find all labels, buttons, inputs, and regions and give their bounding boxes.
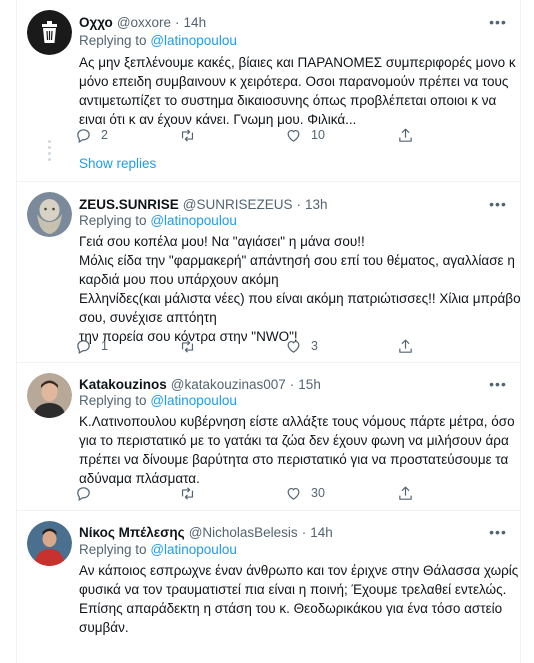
replying-to-link[interactable]: @latinopoulou [150,393,237,408]
author-handle[interactable]: @katakouzinas007 [171,377,286,392]
like-count: 10 [311,128,325,142]
share-button[interactable] [397,482,414,504]
thread-connector [48,140,52,164]
tweet-text-line: Αν κάποιος εσπρωχνε έναν άνθρωπο και τον… [79,563,519,578]
tweet-actions: 30 [75,482,455,504]
avatar[interactable] [27,192,72,237]
tweet[interactable]: Katakouzinos @katakouzinas007 · 15h ••• … [17,363,520,511]
replying-to-label: Replying to [79,542,147,557]
retweet-button[interactable] [179,124,205,146]
separator-dot: · [296,196,302,212]
replying-to-link[interactable]: @latinopoulou [150,213,237,228]
like-button[interactable]: 30 [285,482,325,504]
separator-dot: · [175,14,180,30]
tweet-text-line: φυσικά να τον τραυματιστεί πια είναι η π… [79,582,507,597]
user-photo-avatar-image [27,373,72,418]
tweet-text-line: Ελληνίδες(και μάλιστα νέες) που είναι ακ… [79,291,521,306]
avatar[interactable] [27,521,72,566]
replying-to-label: Replying to [79,33,147,48]
trash-bin-avatar-image [27,10,72,55]
zeus-statue-avatar-image [27,192,72,237]
retweet-icon [181,486,194,500]
replying-to-label: Replying to [79,393,147,408]
retweet-icon [181,339,194,353]
reply-button[interactable] [75,482,101,504]
avatar[interactable] [27,10,72,55]
more-icon[interactable]: ••• [488,522,508,542]
share-icon [399,486,412,500]
tweet-text-line: Γειά σου κοπέλα μου! Να "αγιάσει" η μάνα… [79,234,365,249]
separator-dot: · [301,524,307,540]
tweet-time[interactable]: 15h [298,377,321,392]
separator-dot: · [289,376,295,392]
like-icon [287,340,300,353]
author-handle[interactable]: @SUNRISEZEUS [183,197,293,212]
reply-count: 2 [101,128,108,142]
retweet-button[interactable] [179,335,205,357]
tweet-text-line: μόνο επειδη συμβαινουν κ χειρότερα. Οσοι… [79,74,509,89]
author-handle[interactable]: @oxxore [117,15,171,30]
author-name[interactable]: Katakouzinos [79,377,167,392]
reply-button[interactable]: 2 [75,124,108,146]
tweet[interactable]: Οχχο @oxxore · 14h ••• Replying to @lati… [17,0,520,182]
share-icon [399,128,412,142]
tweet-text-line: Ας μην ξεπλένουμε κακές, βίαιες και ΠΑΡΑ… [79,55,516,70]
author-name[interactable]: Νίκος Μπέλεσης [79,525,185,540]
reply-count: 1 [101,339,108,353]
author-name[interactable]: Οχχο [79,15,113,30]
author-name[interactable]: ZEUS.SUNRISE [79,197,179,212]
replying-to-link[interactable]: @latinopoulou [150,542,237,557]
reply-button[interactable]: 1 [75,335,108,357]
more-icon[interactable]: ••• [488,12,508,32]
retweet-button[interactable] [179,482,205,504]
avatar[interactable] [27,373,72,418]
tweet-text: Αν κάποιος εσπρωχνε έναν άνθρωπο και τον… [79,561,519,637]
like-icon [287,487,300,500]
replies-timeline: Οχχο @oxxore · 14h ••• Replying to @lati… [16,0,521,663]
share-icon [399,339,412,353]
author-handle[interactable]: @NicholasBelesis [189,525,298,540]
tweet-text-line: Μόλις είδα την "φαρμακερή" απάντησή σου … [79,253,515,268]
tweet-time[interactable]: 13h [305,197,328,212]
like-button[interactable]: 3 [285,335,318,357]
tweet-text-line: αντιμετωπίζετ το συστημα δικαιοσυνης όπω… [79,93,497,108]
tweet-actions: 2 10 [75,124,455,146]
replying-to-link[interactable]: @latinopoulou [150,33,237,48]
tweet-text-line: πρέπει να δίνουμε βαρύτητα στο περιστατι… [79,452,509,467]
tweet-text: Γειά σου κοπέλα μου! Να "αγιάσει" η μάνα… [79,232,521,346]
tweet-text-line: συμβάν. [79,620,129,635]
tweet-time[interactable]: 14h [184,15,207,30]
like-icon [287,129,300,142]
tweet-text: Κ.Λατινοπουλου κυβέρνηση είστε αλλάξτε τ… [79,412,515,488]
like-count: 3 [311,339,318,353]
show-replies-link[interactable]: Show replies [79,156,156,171]
tweet-text-line: Επίσης απαράδεκτη η στάση του κ. Θεοδωρι… [79,601,503,616]
reply-icon [77,339,90,354]
retweet-icon [181,128,194,142]
reply-icon [77,486,90,501]
share-button[interactable] [397,335,414,357]
tweet-text-line: για το περιστατικό με το γατάκι τα ζώα δ… [79,433,509,448]
more-icon[interactable]: ••• [488,374,508,394]
replying-to-label: Replying to [79,213,147,228]
like-button[interactable]: 10 [285,124,325,146]
tweet[interactable]: Νίκος Μπέλεσης @NicholasBelesis · 14h ••… [17,511,520,663]
tweet-time[interactable]: 14h [310,525,333,540]
user-photo-avatar-image [27,521,72,566]
reply-icon [77,128,90,143]
more-icon[interactable]: ••• [488,194,508,214]
tweet-text: Ας μην ξεπλένουμε κακές, βίαιες και ΠΑΡΑ… [79,53,516,129]
share-button[interactable] [397,124,414,146]
like-count: 30 [311,486,325,500]
tweet[interactable]: ZEUS.SUNRISE @SUNRISEZEUS · 13h ••• Repl… [17,182,521,363]
tweet-text-line: σου, συνέχισε απτόητη [79,310,217,325]
tweet-text-line: καρδιά μου που υπάρχουν ακόμη [79,272,279,287]
tweet-text-line: Κ.Λατινοπουλου κυβέρνηση είστε αλλάξτε τ… [79,414,515,429]
tweet-actions: 1 3 [75,335,455,357]
